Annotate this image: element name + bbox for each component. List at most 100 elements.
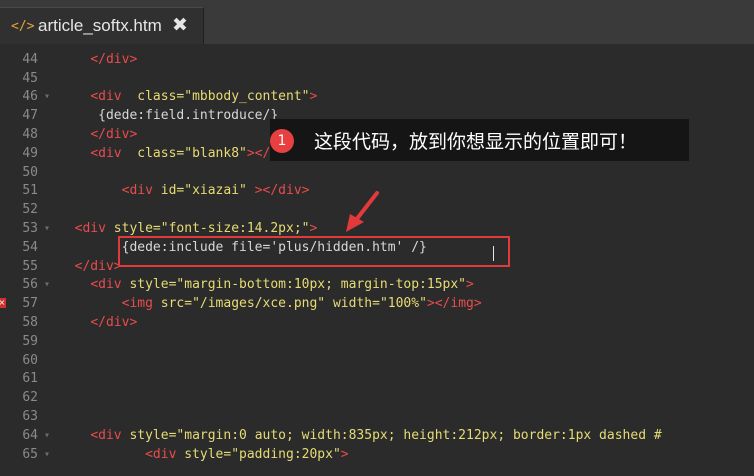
code-token: "100%" [379, 296, 427, 312]
code-line[interactable]: 57 × <img src="/images/xce.png" width="10… [0, 294, 754, 313]
line-number: 63 [22, 409, 38, 424]
code-token: class= [121, 145, 185, 161]
code-token: <div [145, 446, 177, 462]
code-token: style= [105, 221, 161, 236]
code-token: > [309, 89, 318, 105]
tab-title: article_softx.htm [38, 16, 162, 35]
code-line[interactable]: 44 </div> [0, 50, 754, 69]
code-token: "padding:20px" [231, 446, 341, 462]
fold-arrow-icon[interactable]: ▾ [44, 275, 50, 294]
line-number: 48 [22, 127, 38, 142]
code-line[interactable]: 63 [0, 407, 754, 426]
code-line[interactable]: 50 [0, 163, 754, 182]
error-marker-icon: × [0, 298, 6, 309]
code-token: > [340, 446, 349, 462]
code-token: </div> [90, 315, 138, 330]
code-line[interactable]: 65 ▾ <div style="padding:20px"> [0, 445, 754, 464]
line-number: 59 [22, 333, 38, 349]
code-token: <div [90, 89, 122, 105]
code-token: "margin:0 auto; width:835px; height:212p… [176, 427, 662, 443]
line-number: 45 [22, 70, 38, 86]
code-line[interactable]: 64 ▾ <div style="margin:0 auto; width:835… [0, 426, 754, 445]
line-number: 60 [22, 352, 38, 368]
text-cursor [493, 246, 494, 261]
code-token: src= [152, 296, 193, 312]
code-text: <img src="/images/xce.png" width="100%">… [59, 294, 482, 313]
code-line[interactable]: 58 </div> [0, 313, 754, 332]
highlight-box [118, 236, 510, 267]
code-token: style= [121, 277, 177, 293]
code-line[interactable]: 56 ▾ <div style="margin-bottom:10px; marg… [0, 275, 754, 294]
code-token: width= [325, 296, 380, 312]
code-token: > [309, 221, 318, 236]
line-number: 51 [22, 183, 38, 199]
code-token: "xiazai" [184, 183, 247, 199]
code-token: <div [90, 427, 122, 443]
code-token: </div> [90, 51, 138, 67]
code-line[interactable]: 62 [0, 388, 754, 407]
code-token: > [466, 277, 474, 293]
fold-arrow-icon[interactable]: ▾ [44, 426, 50, 445]
code-text: </div> [59, 125, 137, 144]
close-icon[interactable]: ✖ [172, 14, 188, 36]
line-number: 58 [22, 315, 38, 330]
code-text: <div style="padding:20px"> [59, 445, 349, 464]
code-token: "mbbody_content" [184, 89, 310, 105]
code-text: <div class="mbbody_content"> [59, 87, 317, 106]
code-text: {dede:field.introduce/} [59, 106, 278, 125]
code-line[interactable]: 59 [0, 332, 754, 351]
code-token: id= [152, 183, 185, 199]
code-line[interactable]: 60 [0, 351, 754, 370]
line-number: 62 [22, 390, 38, 406]
code-text: <div style="margin:0 auto; width:835px; … [59, 426, 662, 445]
code-line[interactable]: 45 [0, 69, 754, 88]
code-token: ></img> [426, 296, 482, 312]
line-number: 47 [22, 108, 38, 124]
line-number: 65 [22, 446, 38, 462]
code-file-icon: </> [11, 19, 35, 34]
code-text: </div> [59, 50, 137, 69]
code-token: ></div> [254, 183, 310, 199]
callout-text: 这段代码，放到你想显示的位置即可！ [314, 131, 638, 153]
code-token: {dede:field.introduce/} [59, 108, 279, 124]
fold-arrow-icon[interactable]: ▾ [44, 87, 50, 106]
line-number: 53 [22, 221, 38, 236]
line-number: 61 [22, 371, 38, 387]
code-token: <div [74, 221, 106, 236]
code-text: </div> [59, 257, 122, 276]
line-number: 54 [22, 239, 38, 255]
code-token: "blank8" [184, 145, 247, 161]
fold-arrow-icon[interactable]: ▾ [44, 219, 50, 238]
fold-arrow-icon[interactable]: ▾ [44, 445, 50, 464]
tab-article-softx[interactable]: </> article_softx.htm ✖ [0, 7, 204, 44]
tab-bar: </> article_softx.htm ✖ [0, 0, 754, 44]
line-number: 55 [22, 258, 38, 274]
code-line[interactable]: 61 [0, 369, 754, 388]
code-token: class= [121, 89, 185, 105]
line-number: 56 [22, 277, 38, 293]
code-text: <div style="margin-bottom:10px; margin-t… [59, 275, 474, 294]
code-token: </div> [90, 127, 138, 142]
code-token: "/images/xce.png" [192, 296, 326, 312]
annotation-callout: 1 这段代码，放到你想显示的位置即可！ [270, 119, 689, 161]
code-token: <img [121, 296, 153, 312]
code-text: <div id="xiazai" ></div> [59, 181, 310, 200]
code-text: </div> [59, 313, 137, 332]
code-token: "margin-bottom:10px; margin-top:15px" [176, 277, 467, 293]
step-badge: 1 [270, 129, 294, 153]
code-line[interactable]: 46 ▾ <div class="mbbody_content"> [0, 87, 754, 106]
code-text: <div class="blank8"></div> [59, 144, 301, 163]
code-token: style= [121, 427, 177, 443]
arrow-annotation [346, 191, 379, 232]
line-number: 44 [22, 51, 38, 67]
